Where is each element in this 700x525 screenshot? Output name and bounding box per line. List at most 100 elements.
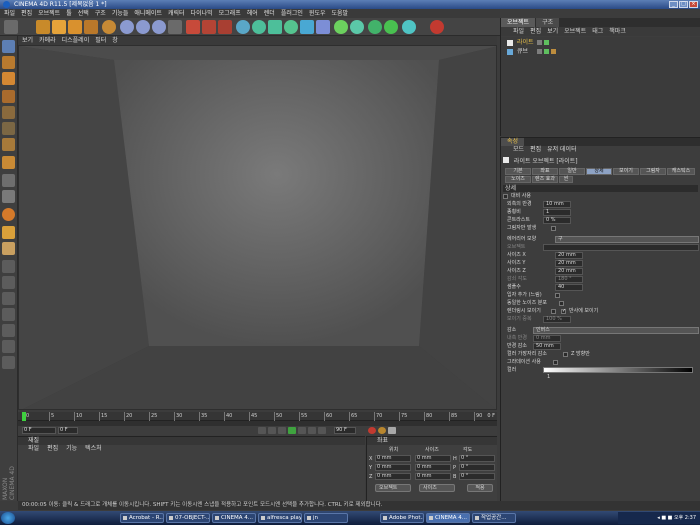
menu-mograph[interactable]: 모그래프 — [219, 9, 241, 18]
menu-dynamics[interactable]: 다이나믹 — [191, 9, 213, 18]
taskbar-item[interactable]: 07-OBJECT-... — [166, 513, 210, 523]
layout-icon-2[interactable] — [2, 276, 15, 289]
samples-field[interactable]: 40 — [555, 284, 583, 291]
object-menu-file[interactable]: 파일 — [513, 27, 524, 36]
menu-window[interactable]: 윈도우 — [309, 9, 326, 18]
inner-radius-field[interactable]: 0 mm — [533, 335, 561, 342]
timeline[interactable]: 0 5 10 15 20 25 30 35 40 45 50 55 60 65 70 75 80 85 90 0 F — [18, 412, 497, 426]
ptab-coord[interactable]: 좌표 — [532, 168, 558, 175]
object-name[interactable]: 큐브 — [517, 48, 528, 56]
play-icon[interactable] — [288, 427, 296, 434]
falloff-dropdown[interactable]: 인버스 — [533, 327, 699, 334]
ptab-visibility[interactable]: 보이기 — [613, 168, 639, 175]
object-menu-tags[interactable]: 태그 — [592, 27, 603, 36]
viewport-menu-view[interactable]: 보기 — [22, 36, 33, 45]
layout-icon-1[interactable] — [2, 260, 15, 273]
add-grain-checkbox[interactable] — [555, 293, 560, 298]
falloff-angle-field[interactable]: 180 ° — [555, 276, 583, 283]
environment-icon[interactable] — [350, 20, 364, 34]
menu-plugins[interactable]: 플러그인 — [281, 9, 303, 18]
z-direction-checkbox[interactable] — [563, 352, 568, 357]
tweak-mode-icon[interactable] — [2, 156, 15, 169]
ptab-scene[interactable]: 씬 — [559, 176, 573, 183]
material-menu-edit[interactable]: 편집 — [47, 445, 58, 453]
layout-icon-4[interactable] — [2, 308, 15, 321]
ptab-basic[interactable]: 기본 — [505, 168, 531, 175]
viewport-menu-camera[interactable]: 카메라 — [39, 36, 56, 45]
close-button[interactable]: × — [689, 1, 698, 8]
autokey-icon[interactable] — [378, 427, 386, 434]
material-menu-texture[interactable]: 텍스처 — [85, 445, 102, 453]
size-y-field[interactable]: 20 mm — [555, 260, 583, 267]
apply-button[interactable]: 적용 — [467, 484, 493, 492]
object-flags[interactable] — [537, 49, 556, 54]
attr-menu-mode[interactable]: 모드 — [513, 146, 524, 154]
use-contrast-checkbox[interactable] — [503, 194, 508, 199]
viewport-menu-filter[interactable]: 필터 — [95, 36, 106, 45]
camera-icon[interactable] — [368, 20, 382, 34]
size-x-field[interactable]: 20 mm — [555, 252, 583, 259]
start-button[interactable] — [1, 512, 15, 524]
taskbar-item[interactable]: CINEMA 4... — [212, 513, 256, 523]
sculpt-icon[interactable] — [2, 242, 15, 255]
radius-decay-field[interactable]: 50 mm — [533, 343, 561, 350]
deformer-icon[interactable] — [284, 20, 298, 34]
snap-icon[interactable] — [2, 208, 15, 221]
rotation-h-field[interactable]: 0 ° — [459, 455, 495, 462]
material-menu-file[interactable]: 파일 — [28, 445, 39, 453]
show-in-render-checkbox[interactable] — [551, 309, 556, 314]
undo-icon[interactable] — [4, 20, 18, 34]
viewport-menu-display[interactable]: 디스플레이 — [62, 36, 90, 45]
tab-structure[interactable]: 구조 — [536, 18, 560, 27]
ptab-general[interactable]: 일반 — [559, 168, 585, 175]
nurbs-icon[interactable] — [252, 20, 266, 34]
timeline-ruler[interactable]: 0 5 10 15 20 25 30 35 40 45 50 55 60 65 70 75 80 85 90 — [18, 412, 497, 421]
axis-mode-icon[interactable] — [2, 90, 15, 103]
taskbar-item[interactable]: 작업공간... — [472, 513, 516, 523]
spline-icon[interactable] — [300, 20, 314, 34]
ptab-lens-effects[interactable]: 렌즈 효과 — [532, 176, 558, 183]
minimize-button[interactable]: _ — [669, 1, 678, 8]
goto-end-icon[interactable] — [318, 427, 326, 434]
edges-mode-icon[interactable] — [2, 122, 15, 135]
coordinate-mode-select[interactable]: 오브젝트 — [375, 484, 411, 492]
contrast-field[interactable]: 0 % — [543, 217, 571, 224]
menu-object[interactable]: 오브젝트 — [38, 9, 60, 18]
area-shape-dropdown[interactable]: 구 — [555, 236, 699, 243]
scene-icon[interactable] — [334, 20, 348, 34]
object-row-light[interactable]: 라이트 — [503, 39, 698, 47]
record-icon[interactable] — [430, 20, 444, 34]
render-picture-icon[interactable] — [202, 20, 216, 34]
rotation-b-field[interactable]: 0 ° — [459, 473, 495, 480]
size-mode-select[interactable]: 사이즈 — [419, 484, 455, 492]
rotate-tool-icon[interactable] — [84, 20, 98, 34]
menu-character[interactable]: 캐릭터 — [168, 9, 185, 18]
prev-key-icon[interactable] — [268, 427, 276, 434]
next-key-icon[interactable] — [308, 427, 316, 434]
gradient-bar[interactable] — [543, 367, 693, 373]
model-mode-icon[interactable] — [2, 40, 15, 53]
menu-functions[interactable]: 기능들 — [112, 9, 129, 18]
menu-animate[interactable]: 애니메이트 — [134, 9, 162, 18]
maximize-button[interactable]: □ — [679, 1, 688, 8]
ptab-shadow[interactable]: 그림자 — [640, 168, 666, 175]
taskbar-item[interactable]: Acrobat - R... — [120, 513, 164, 523]
render-settings-icon[interactable] — [218, 20, 232, 34]
menu-file[interactable]: 파일 — [4, 9, 15, 18]
size-y-field[interactable]: 0 mm — [415, 464, 451, 471]
object-menu-bookmarks[interactable]: 책마크 — [609, 27, 626, 36]
outer-radius-field[interactable]: 10 mm — [543, 201, 571, 208]
menu-render[interactable]: 렌더 — [264, 9, 275, 18]
keyframe-selection-icon[interactable] — [388, 427, 396, 434]
material-icon[interactable] — [402, 20, 416, 34]
attr-menu-edit[interactable]: 편집 — [530, 146, 541, 154]
workplane-icon[interactable] — [2, 226, 15, 239]
x-axis-icon[interactable] — [120, 20, 134, 34]
menu-edit[interactable]: 편집 — [21, 9, 32, 18]
prev-frame-icon[interactable] — [278, 427, 286, 434]
scale-tool-icon[interactable] — [68, 20, 82, 34]
object-row-cube[interactable]: 큐브 — [503, 48, 698, 56]
object-menu-objects[interactable]: 오브젝트 — [564, 27, 586, 36]
aspect-ratio-field[interactable]: 1 — [543, 209, 571, 216]
y-axis-icon[interactable] — [136, 20, 150, 34]
